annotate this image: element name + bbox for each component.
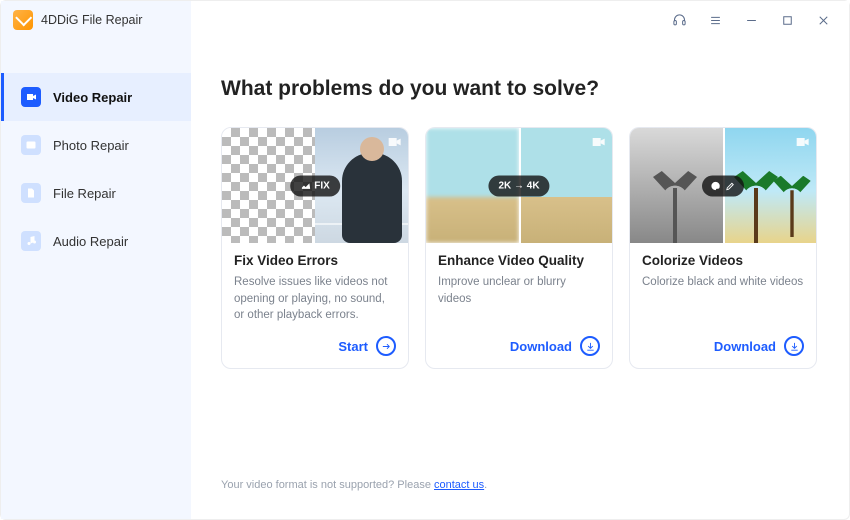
app-name: 4DDiG File Repair	[41, 13, 142, 27]
card-enhance-video-quality[interactable]: 2K → 4K Enhance Video Quality Improve un…	[425, 127, 613, 369]
card-fix-video-errors[interactable]: FIX Fix Video Errors Resolve issues like…	[221, 127, 409, 369]
sidebar-item-label: Photo Repair	[53, 138, 129, 153]
sidebar-item-label: Audio Repair	[53, 234, 128, 249]
sidebar-item-audio-repair[interactable]: Audio Repair	[1, 217, 191, 265]
video-icon	[21, 87, 41, 107]
card-thumbnail	[630, 128, 816, 243]
download-icon	[784, 336, 804, 356]
menu-icon[interactable]	[701, 6, 729, 34]
card-action-download[interactable]: Download	[630, 328, 816, 368]
card-action-download[interactable]: Download	[426, 328, 612, 368]
card-desc: Colorize black and white videos	[642, 274, 804, 291]
badge-palette	[702, 175, 744, 196]
card-desc: Improve unclear or blurry videos	[438, 274, 600, 307]
card-thumbnail: 2K → 4K	[426, 128, 612, 243]
download-icon	[580, 336, 600, 356]
sidebar-item-photo-repair[interactable]: Photo Repair	[1, 121, 191, 169]
close-button[interactable]	[809, 6, 837, 34]
card-action-start[interactable]: Start	[222, 328, 408, 368]
badge-fix: FIX	[290, 175, 340, 196]
support-icon[interactable]	[665, 6, 693, 34]
sidebar: Video Repair Photo Repair File Repair Au…	[1, 39, 191, 519]
sidebar-item-label: Video Repair	[53, 90, 132, 105]
page-title: What problems do you want to solve?	[221, 77, 819, 101]
main-panel: What problems do you want to solve? FIX	[191, 39, 849, 519]
sidebar-item-label: File Repair	[53, 186, 116, 201]
contact-us-link[interactable]: contact us	[434, 479, 484, 491]
titlebar: 4DDiG File Repair	[1, 1, 849, 39]
app-icon	[13, 10, 33, 30]
action-label: Download	[510, 339, 572, 354]
video-badge-icon	[590, 134, 606, 155]
photo-icon	[21, 135, 41, 155]
card-title: Colorize Videos	[642, 253, 804, 268]
minimize-button[interactable]	[737, 6, 765, 34]
file-icon	[21, 183, 41, 203]
card-title: Enhance Video Quality	[438, 253, 600, 268]
card-title: Fix Video Errors	[234, 253, 396, 268]
sidebar-item-video-repair[interactable]: Video Repair	[1, 73, 191, 121]
maximize-button[interactable]	[773, 6, 801, 34]
arrow-right-icon	[376, 336, 396, 356]
sidebar-item-file-repair[interactable]: File Repair	[1, 169, 191, 217]
card-desc: Resolve issues like videos not opening o…	[234, 274, 396, 324]
audio-icon	[21, 231, 41, 251]
card-thumbnail: FIX	[222, 128, 408, 243]
video-badge-icon	[386, 134, 402, 155]
footer-note: Your video format is not supported? Plea…	[221, 479, 487, 491]
action-label: Download	[714, 339, 776, 354]
card-grid: FIX Fix Video Errors Resolve issues like…	[221, 127, 819, 369]
action-label: Start	[338, 339, 368, 354]
card-colorize-videos[interactable]: Colorize Videos Colorize black and white…	[629, 127, 817, 369]
badge-2k-4k: 2K → 4K	[488, 175, 549, 196]
video-badge-icon	[794, 134, 810, 155]
